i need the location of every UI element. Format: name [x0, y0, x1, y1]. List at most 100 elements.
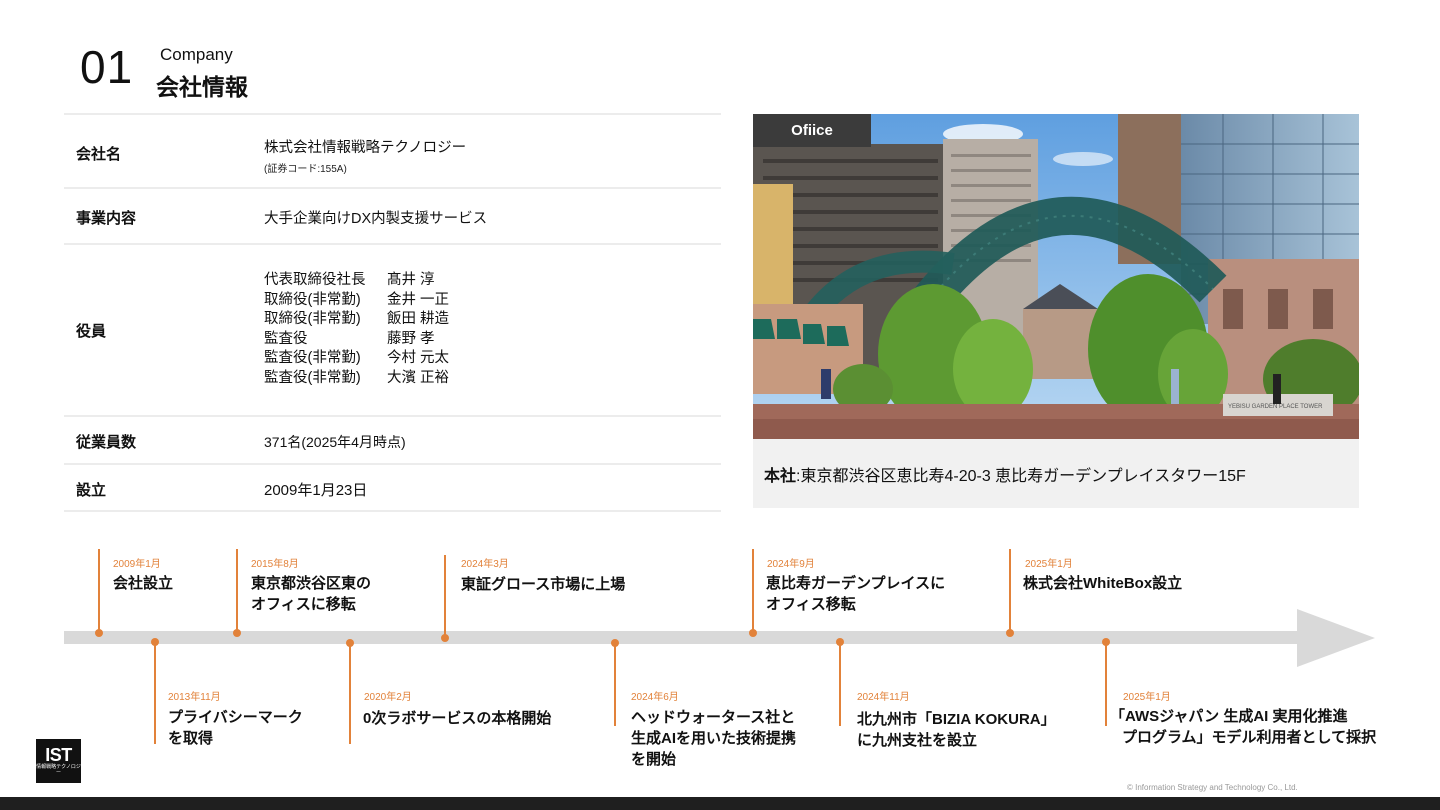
event-connector: [752, 549, 754, 633]
officer-role: 取締役(非常勤): [264, 291, 361, 308]
copyright: © Information Strategy and Technology Co…: [1127, 783, 1298, 792]
row-business: 事業内容 大手企業向けDX内製支援サービス: [64, 187, 721, 243]
event-dot: [441, 634, 449, 642]
event-title: 「AWSジャパン 生成AI 実用化推進プログラム」モデル利用者として採択: [1110, 706, 1376, 748]
event-connector: [444, 555, 446, 639]
officer-name: 金井 一正: [387, 291, 450, 308]
event-title: 東証グロース市場に上場: [461, 574, 625, 595]
row-officers: 役員 代表取締役社長 髙井 淳 取締役(非常勤) 金井 一正 取締役(非常勤) 飯田 …: [64, 243, 721, 415]
event-connector: [839, 642, 841, 726]
event-title: 株式会社WhiteBox設立: [1023, 573, 1182, 594]
officer-item: 代表取締役社長 髙井 淳: [264, 271, 449, 291]
logo-text: IST: [45, 744, 72, 765]
company-logo: IST 情報戦略テクノロジー: [36, 739, 81, 783]
officer-role: 監査役(非常勤): [264, 369, 361, 386]
office-building-illustration: YEBISU GARDEN PLACE TOWER: [753, 114, 1359, 439]
event-connector: [614, 643, 616, 726]
event-title: 恵比寿ガーデンプレイスに オフィス移転: [766, 573, 945, 615]
officer-item: 監査役(非常勤) 大濱 正裕: [264, 369, 449, 389]
event-title: 東京都渋谷区東の オフィスに移転: [251, 573, 371, 615]
event-date: 2024年9月: [767, 559, 815, 570]
event-connector: [98, 549, 100, 633]
stock-code: (証券コード:155A): [264, 164, 347, 175]
officer-name: 飯田 耕造: [387, 311, 450, 327]
business-value: 大手企業向けDX内製支援サービス: [264, 211, 488, 227]
event-title: 0次ラボサービスの本格開始: [363, 708, 551, 729]
event-date: 2020年2月: [364, 692, 412, 703]
event-title-line: を開始: [631, 751, 677, 768]
officer-item: 監査役(非常勤) 今村 元太: [264, 349, 449, 369]
section-title-jp: 会社情報: [156, 74, 248, 100]
building-sign-text: YEBISU GARDEN PLACE TOWER: [1228, 404, 1323, 410]
event-date: 2024年6月: [631, 692, 679, 703]
employees-label: 従業員数: [76, 434, 137, 451]
row-founded: 設立 2009年1月23日: [64, 463, 721, 512]
officers-list: 代表取締役社長 髙井 淳 取締役(非常勤) 金井 一正 取締役(非常勤) 飯田 耕造 …: [264, 271, 449, 388]
event-title: 会社設立: [113, 573, 173, 594]
event-dot: [749, 629, 757, 637]
officer-role: 代表取締役社長: [264, 272, 366, 288]
event-title-line: 「AWSジャパン 生成AI 実用化推進: [1110, 708, 1348, 725]
row-employees: 従業員数 371名(2025年4月時点): [64, 415, 721, 463]
event-date: 2025年1月: [1025, 559, 1073, 570]
office-panel: YEBISU GARDEN PLACE TOWER Ofiice 本社:東京都渋…: [753, 114, 1359, 508]
officer-name: 藤野 孝: [387, 330, 435, 347]
officer-item: 取締役(非常勤) 飯田 耕造: [264, 310, 449, 330]
event-connector: [236, 549, 238, 633]
officer-name: 今村 元太: [387, 350, 450, 366]
company-name-text: 株式会社情報戦略テクノロジー: [264, 140, 467, 156]
office-address: 本社:東京都渋谷区恵比寿4-20-3 恵比寿ガーデンプレイスタワー15F: [764, 462, 1246, 486]
officer-role: 監査役: [264, 330, 308, 347]
section-title-en: Company: [160, 45, 233, 64]
event-dot: [95, 629, 103, 637]
event-title-line: オフィス移転: [766, 596, 856, 613]
event-date: 2025年1月: [1123, 692, 1171, 703]
event-connector: [154, 642, 156, 744]
company-name-value: 株式会社情報戦略テクノロジー (証券コード:155A): [264, 136, 466, 175]
event-title-line: 生成AIを用いた技術提携: [631, 730, 797, 747]
timeline-axis: [64, 631, 1301, 644]
event-title-line: を取得: [168, 730, 214, 747]
event-title-line: ヘッドウォータース社と: [631, 709, 796, 726]
company-name-label: 会社名: [76, 146, 122, 163]
event-title-line: 株式会社WhiteBox設立: [1023, 575, 1183, 592]
event-title-line: 東証グロース市場に上場: [461, 576, 626, 593]
event-connector: [349, 643, 351, 744]
event-date: 2009年1月: [113, 559, 161, 570]
employees-value: 371名(2025年4月時点): [264, 434, 406, 450]
event-title: ヘッドウォータース社と 生成AIを用いた技術提携 を開始: [631, 707, 796, 770]
row-company-name: 会社名 株式会社情報戦略テクノロジー (証券コード:155A): [64, 113, 721, 187]
event-title-line: プライバシーマーク: [168, 709, 303, 726]
officers-label: 役員: [76, 323, 107, 340]
event-title-line: オフィスに移転: [251, 596, 356, 613]
logo-subtext: 情報戦略テクノロジー: [36, 763, 81, 776]
address-value: :東京都渋谷区恵比寿4-20-3 恵比寿ガーデンプレイスタワー15F: [796, 468, 1246, 485]
officer-name: 大濱 正裕: [387, 369, 450, 386]
event-connector: [1105, 642, 1107, 726]
event-title-line: 東京都渋谷区東の: [251, 575, 372, 592]
office-tag: Ofiice: [753, 114, 871, 147]
event-date: 2024年11月: [857, 692, 910, 703]
officer-item: 監査役 藤野 孝: [264, 330, 449, 350]
office-photo: YEBISU GARDEN PLACE TOWER Ofiice: [753, 114, 1359, 439]
event-title-line: 0次ラボサービスの本格開始: [363, 710, 552, 727]
event-dot: [233, 629, 241, 637]
event-dot: [1006, 629, 1014, 637]
event-date: 2015年8月: [251, 559, 299, 570]
event-title-line: 会社設立: [113, 575, 174, 592]
company-info-table: 会社名 株式会社情報戦略テクノロジー (証券コード:155A) 事業内容 大手企…: [64, 113, 721, 512]
event-title-line: プログラム」モデル利用者として採択: [1122, 729, 1377, 746]
officer-role: 監査役(非常勤): [264, 350, 361, 366]
founded-label: 設立: [76, 482, 107, 499]
event-connector: [1009, 549, 1011, 633]
founded-value: 2009年1月23日: [264, 482, 368, 499]
officer-name: 髙井 淳: [387, 272, 435, 288]
event-title-line: に九州支社を設立: [857, 732, 978, 749]
event-title: 北九州市「BIZIA KOKURA」 に九州支社を設立: [857, 709, 1056, 751]
section-number: 01: [80, 41, 134, 93]
event-title-line: 恵比寿ガーデンプレイスに: [766, 575, 946, 592]
business-label: 事業内容: [76, 210, 137, 227]
footer-bar: [0, 797, 1440, 810]
event-date: 2024年3月: [461, 559, 509, 570]
event-title: プライバシーマーク を取得: [168, 707, 303, 749]
